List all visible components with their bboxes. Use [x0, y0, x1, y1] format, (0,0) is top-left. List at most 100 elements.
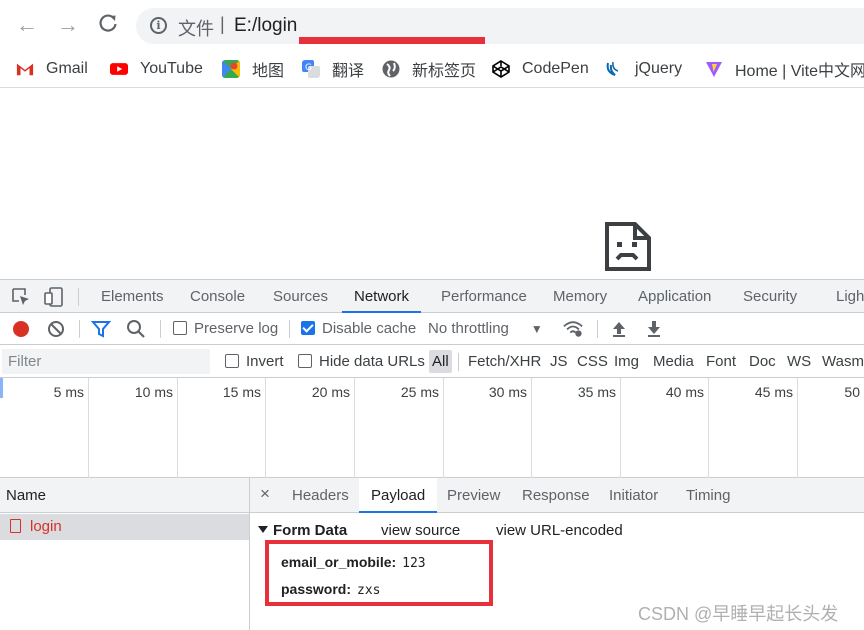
download-icon[interactable]	[644, 319, 664, 339]
filter-type-all[interactable]: All	[429, 350, 452, 373]
info-icon[interactable]: i	[150, 17, 167, 34]
tab-elements[interactable]: Elements	[101, 280, 164, 313]
bookmark-label: Gmail	[46, 60, 88, 77]
tab-timing[interactable]: Timing	[686, 478, 730, 513]
filter-type-css[interactable]: CSS	[577, 350, 608, 373]
tab-lighthouse[interactable]: Ligh	[836, 280, 864, 313]
tab-security[interactable]: Security	[743, 280, 797, 313]
timeline-tick: 10 ms	[89, 378, 178, 478]
filter-type-fetch-xhr[interactable]: Fetch/XHR	[468, 350, 541, 373]
timeline-tick: 25 ms	[355, 378, 444, 478]
tab-performance[interactable]: Performance	[441, 280, 527, 313]
view-url-encoded-link[interactable]: view URL-encoded	[496, 522, 623, 539]
filter-bar: Invert Hide data URLs All Fetch/XHR JS C…	[0, 345, 864, 378]
arrow-right-icon[interactable]: →	[55, 12, 81, 38]
codepen-icon	[492, 60, 510, 78]
invert-checkbox[interactable]: Invert	[225, 350, 284, 373]
device-toolbar-icon[interactable]	[44, 287, 64, 307]
checkbox-icon[interactable]	[298, 354, 312, 368]
timeline-tick: 5 ms	[0, 378, 89, 478]
annotation-underline	[299, 37, 485, 44]
bookmark-codepen[interactable]: CodePen	[492, 58, 589, 80]
bookmark-maps[interactable]: 地图	[222, 58, 284, 80]
network-toolbar: Preserve log Disable cache No throttling…	[0, 313, 864, 345]
bookmark-vite[interactable]: Home | Vite中文网	[705, 58, 864, 80]
form-data-section-toggle[interactable]: Form Data	[258, 522, 347, 539]
preserve-log-checkbox[interactable]: Preserve log	[173, 318, 278, 340]
disable-cache-label: Disable cache	[322, 320, 417, 337]
reload-icon[interactable]	[95, 12, 121, 38]
gmail-icon	[16, 63, 34, 76]
tab-response[interactable]: Response	[522, 478, 590, 513]
tab-preview[interactable]: Preview	[447, 478, 500, 513]
tab-headers[interactable]: Headers	[292, 478, 349, 513]
bookmark-translate[interactable]: G 翻译	[302, 58, 364, 80]
checkbox-checked-icon[interactable]	[301, 321, 315, 335]
tab-sources[interactable]: Sources	[273, 280, 328, 313]
browser-toolbar: ← → i 文件 | E:/login	[0, 0, 864, 50]
document-icon	[10, 519, 21, 533]
inspect-element-icon[interactable]	[11, 287, 31, 307]
bookmarks-bar: Gmail YouTube 地图 G 翻译 新标签页 CodePen jQuer…	[0, 50, 864, 88]
url-text[interactable]: E:/login	[234, 15, 297, 37]
checkbox-icon[interactable]	[225, 354, 239, 368]
record-icon[interactable]	[11, 319, 31, 339]
bookmark-jquery[interactable]: jQuery	[605, 58, 682, 80]
jquery-icon	[606, 61, 619, 76]
sad-document-icon	[605, 222, 651, 271]
hide-data-urls-label: Hide data URLs	[319, 353, 425, 370]
divider	[160, 320, 161, 338]
bookmark-label: YouTube	[140, 60, 203, 77]
preserve-log-label: Preserve log	[194, 320, 279, 337]
globe-icon	[382, 60, 400, 78]
tab-memory[interactable]: Memory	[553, 280, 607, 313]
divider	[597, 320, 598, 338]
close-icon[interactable]: ×	[260, 484, 270, 504]
filter-icon[interactable]	[91, 319, 111, 339]
devtools-tabbar: Elements Console Sources Network Perform…	[0, 279, 864, 313]
clear-icon[interactable]	[46, 319, 66, 339]
tab-payload[interactable]: Payload	[359, 478, 438, 513]
timeline-tick: 15 ms	[178, 378, 266, 478]
disable-cache-checkbox[interactable]: Disable cache	[301, 318, 416, 340]
view-source-link[interactable]: view source	[381, 522, 460, 539]
checkbox-icon[interactable]	[173, 321, 187, 335]
tab-initiator[interactable]: Initiator	[609, 478, 658, 513]
filter-type-doc[interactable]: Doc	[749, 350, 776, 373]
bookmark-label: Home | Vite中文网	[735, 63, 864, 80]
tab-application[interactable]: Application	[638, 280, 711, 313]
network-overview[interactable]: 5 ms 10 ms 15 ms 20 ms 25 ms 30 ms 35 ms…	[0, 378, 864, 478]
filter-type-wasm[interactable]: Wasm	[822, 350, 864, 373]
filter-input[interactable]	[2, 349, 210, 374]
divider	[289, 320, 290, 338]
bookmark-youtube[interactable]: YouTube	[110, 58, 203, 80]
youtube-icon	[110, 63, 128, 75]
filter-type-ws[interactable]: WS	[787, 350, 811, 373]
vite-icon	[706, 62, 722, 77]
divider	[79, 320, 80, 338]
tab-console[interactable]: Console	[190, 280, 245, 313]
request-row[interactable]: login	[0, 514, 249, 540]
filter-type-img[interactable]: Img	[614, 350, 639, 373]
hide-data-urls-checkbox[interactable]: Hide data URLs	[298, 350, 425, 373]
request-list: Name login	[0, 478, 250, 630]
network-conditions-icon[interactable]	[563, 319, 583, 339]
filter-type-font[interactable]: Font	[706, 350, 736, 373]
divider	[458, 353, 459, 371]
arrow-left-icon[interactable]: ←	[14, 12, 40, 38]
search-icon[interactable]	[126, 319, 146, 339]
bookmark-new-tab[interactable]: 新标签页	[382, 58, 476, 80]
throttling-select[interactable]: No throttling ▼	[428, 318, 543, 340]
translate-icon: G	[302, 60, 320, 78]
filter-type-js[interactable]: JS	[550, 350, 568, 373]
maps-icon	[222, 60, 240, 78]
name-column-header[interactable]: Name	[0, 478, 249, 513]
dropdown-arrow-icon: ▼	[530, 322, 543, 336]
tab-network[interactable]: Network	[342, 280, 422, 313]
filter-type-media[interactable]: Media	[653, 350, 694, 373]
upload-icon[interactable]	[609, 319, 629, 339]
bookmark-gmail[interactable]: Gmail	[16, 58, 88, 80]
address-bar[interactable]: i 文件 | E:/login	[136, 8, 864, 44]
watermark: CSDN @早睡早起长头发	[638, 604, 839, 624]
svg-text:G: G	[305, 63, 312, 73]
